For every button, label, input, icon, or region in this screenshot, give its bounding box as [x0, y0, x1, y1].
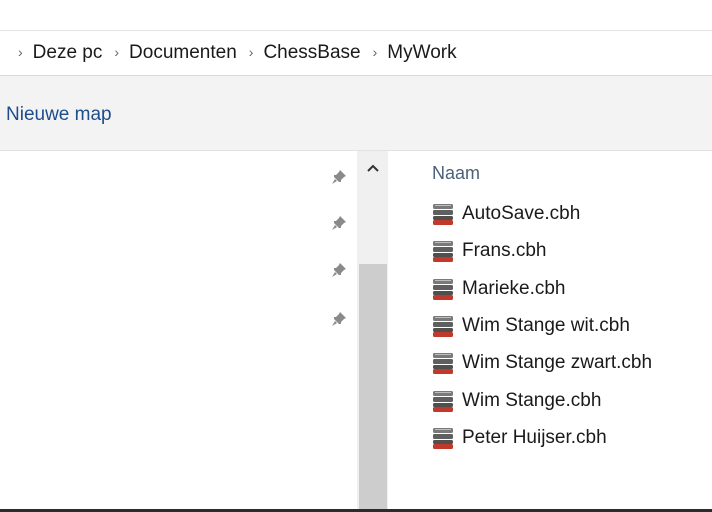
chessbase-database-icon — [432, 314, 462, 338]
breadcrumb-separator-icon[interactable]: › — [102, 44, 129, 60]
breadcrumb-separator-icon[interactable]: › — [237, 44, 264, 60]
chessbase-database-icon — [432, 202, 462, 226]
file-row[interactable]: AutoSave.cbh — [432, 197, 712, 231]
new-folder-button[interactable]: Nieuwe map — [6, 104, 112, 126]
file-row[interactable]: Wim Stange.cbh — [432, 384, 712, 418]
chessbase-database-icon — [432, 351, 462, 375]
navigation-pane — [0, 151, 357, 512]
scroll-up-icon[interactable] — [357, 151, 388, 185]
file-name: Frans.cbh — [462, 240, 547, 262]
file-name: Wim Stange.cbh — [462, 389, 602, 411]
breadcrumb-deze-pc[interactable]: Deze pc — [33, 42, 103, 64]
file-row[interactable]: Marieke.cbh — [432, 272, 712, 306]
file-row[interactable]: Wim Stange wit.cbh — [432, 309, 712, 343]
file-name: AutoSave.cbh — [462, 203, 581, 224]
address-bar[interactable]: › Deze pc › Documenten › ChessBase › MyW… — [0, 31, 712, 76]
file-list: Naam AutoSave.cbh Frans.cbh Marieke.cbh Wim… — [388, 151, 712, 512]
file-name: Wim Stange wit.cbh — [462, 314, 630, 336]
breadcrumb-mywork[interactable]: MyWork — [387, 42, 456, 64]
scrollbar-thumb[interactable] — [359, 264, 387, 512]
breadcrumb-chessbase[interactable]: ChessBase — [263, 42, 360, 64]
toolbar: Nieuwe map — [0, 76, 712, 151]
breadcrumb-separator-icon[interactable]: › — [361, 44, 388, 60]
chessbase-database-icon — [432, 277, 462, 301]
pin-icon[interactable] — [330, 310, 348, 328]
breadcrumb-separator-icon[interactable]: › — [0, 44, 33, 60]
pin-icon[interactable] — [330, 168, 348, 186]
breadcrumb-documenten[interactable]: Documenten — [129, 42, 237, 64]
chessbase-database-icon — [432, 389, 462, 413]
file-row[interactable]: Peter Huijser.cbh — [432, 421, 712, 455]
file-name: Peter Huijser.cbh — [462, 426, 607, 448]
file-row[interactable]: Wim Stange zwart.cbh — [432, 346, 712, 380]
file-explorer-window: › Deze pc › Documenten › ChessBase › MyW… — [0, 0, 712, 512]
pin-icon[interactable] — [330, 214, 348, 232]
file-name: Marieke.cbh — [462, 277, 566, 299]
chessbase-database-icon — [432, 239, 462, 263]
title-strip — [0, 0, 712, 31]
pin-icon[interactable] — [330, 261, 348, 279]
file-name: Wim Stange zwart.cbh — [462, 352, 653, 374]
chessbase-database-icon — [432, 426, 462, 450]
file-row[interactable]: Frans.cbh — [432, 234, 712, 268]
column-header-name[interactable]: Naam — [432, 163, 480, 184]
